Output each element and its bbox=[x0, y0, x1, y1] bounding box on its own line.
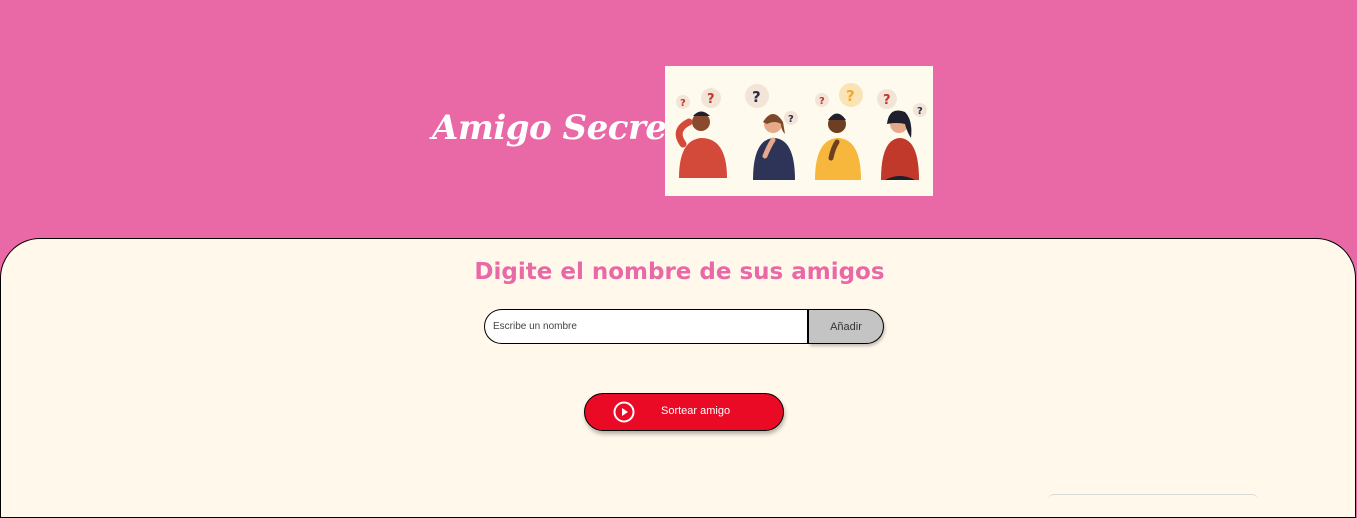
svg-text:?: ? bbox=[680, 98, 686, 109]
people-thinking-illustration: ? ? ? ? ? ? ? ? bbox=[665, 66, 933, 196]
svg-text:?: ? bbox=[846, 87, 855, 105]
section-title: Digite el nombre de sus amigos bbox=[474, 259, 885, 285]
name-input-group: Añadir bbox=[484, 309, 884, 344]
svg-text:?: ? bbox=[707, 92, 715, 107]
page-title: Amigo Secreto bbox=[432, 108, 704, 148]
header: Amigo Secreto ? ? ? ? ? ? ? ? bbox=[0, 0, 1357, 240]
main-panel: Digite el nombre de sus amigos Añadir So… bbox=[0, 238, 1356, 518]
draw-friend-label: Sortear amigo bbox=[661, 405, 731, 417]
draw-friend-button[interactable]: Sortear amigo bbox=[584, 393, 784, 431]
svg-text:?: ? bbox=[917, 106, 923, 117]
svg-text:?: ? bbox=[788, 114, 794, 125]
play-circle-icon bbox=[613, 401, 635, 423]
result-box-edge bbox=[1048, 494, 1258, 501]
svg-text:?: ? bbox=[883, 93, 891, 108]
svg-text:?: ? bbox=[752, 88, 761, 106]
name-input[interactable] bbox=[484, 309, 809, 344]
add-button[interactable]: Añadir bbox=[809, 309, 884, 344]
svg-text:?: ? bbox=[819, 96, 825, 107]
